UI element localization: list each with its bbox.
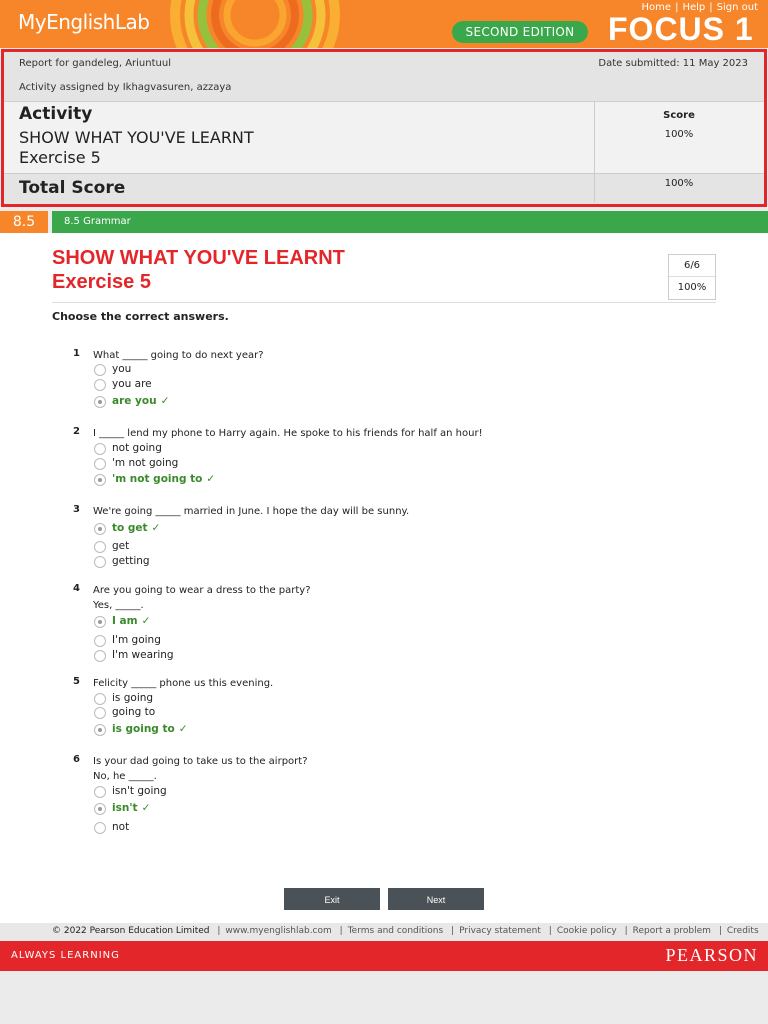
radio-button[interactable] <box>94 541 106 553</box>
question-text: Felicity _____ phone us this evening. <box>93 678 274 689</box>
score-percent: 100% <box>677 282 707 293</box>
privacy-link[interactable]: Privacy statement <box>459 926 541 936</box>
check-icon: ✓ <box>178 723 188 735</box>
activity-name-line2: Exercise 5 <box>19 148 101 167</box>
radio-button[interactable] <box>94 635 106 647</box>
radio-button[interactable] <box>94 616 106 628</box>
score-fraction: 6/6 <box>669 255 715 277</box>
radio-button[interactable] <box>94 523 106 535</box>
check-icon: ✓ <box>141 802 151 814</box>
rainbow-arcs-decoration <box>170 0 340 48</box>
question-number: 1 <box>73 348 80 359</box>
radio-button[interactable] <box>94 474 106 486</box>
check-icon: ✓ <box>151 522 161 534</box>
activity-name: SHOW WHAT YOU'VE LEARNT Exercise 5 <box>19 128 254 168</box>
question-number: 2 <box>73 426 80 437</box>
check-icon: ✓ <box>160 395 170 407</box>
question-number: 5 <box>73 676 80 687</box>
question-text: Is your dad going to take us to the airp… <box>93 754 308 784</box>
report-for: Report for gandeleg, Ariuntuul <box>19 58 171 69</box>
exercise-content: SHOW WHAT YOU'VE LEARNT Exercise 5 6/6 1… <box>0 233 768 923</box>
logo-my: My <box>18 10 47 34</box>
next-button[interactable]: Next <box>388 888 484 910</box>
edition-badge: SECOND EDITION <box>452 21 588 43</box>
section-number: 8.5 <box>0 211 48 233</box>
question-line2: Yes, _____. <box>93 600 144 611</box>
question-number: 4 <box>73 583 80 594</box>
exit-button[interactable]: Exit <box>284 888 380 910</box>
question-line1: Is your dad going to take us to the airp… <box>93 756 308 767</box>
instruction: Choose the correct answers. <box>52 310 229 323</box>
question-text: Are you going to wear a dress to the par… <box>93 583 311 613</box>
logo-english: English <box>46 10 115 34</box>
section-title: 8.5 Grammar <box>52 211 768 233</box>
radio-button[interactable] <box>94 822 106 834</box>
exercise-score-box: 6/6 100% <box>668 254 716 300</box>
site-link[interactable]: www.myenglishlab.com <box>225 926 331 936</box>
exercise-title-line1: SHOW WHAT YOU'VE LEARNT <box>52 247 345 269</box>
cookie-link[interactable]: Cookie policy <box>557 926 617 936</box>
question-text: What _____ going to do next year? <box>93 350 264 361</box>
radio-button[interactable] <box>94 443 106 455</box>
total-score: 100% <box>664 178 694 189</box>
radio-button[interactable] <box>94 724 106 736</box>
brand-bar: ALWAYS LEARNING PEARSON <box>0 941 768 971</box>
radio-button[interactable] <box>94 556 106 568</box>
question-line1: Are you going to wear a dress to the par… <box>93 585 311 596</box>
check-icon: ✓ <box>141 615 151 627</box>
radio-button[interactable] <box>94 650 106 662</box>
tagline: ALWAYS LEARNING <box>11 950 120 961</box>
question-line2: No, he _____. <box>93 771 157 782</box>
product-title: FOCUS 1 <box>608 11 754 47</box>
terms-link[interactable]: Terms and conditions <box>348 926 443 936</box>
pearson-logo: PEARSON <box>665 945 758 965</box>
report-summary: Report for gandeleg, Ariuntuul Activity … <box>1 49 767 207</box>
exercise-title-line2: Exercise 5 <box>52 271 151 293</box>
report-problem-link[interactable]: Report a problem <box>633 926 711 936</box>
credits-link[interactable]: Credits <box>727 926 759 936</box>
radio-button[interactable] <box>94 707 106 719</box>
divider <box>52 302 716 303</box>
assigned-by: Activity assigned by Ikhagvasuren, azzay… <box>19 82 232 93</box>
radio-button[interactable] <box>94 364 106 376</box>
question-text: We're going _____ married in June. I hop… <box>93 506 410 517</box>
radio-button[interactable] <box>94 379 106 391</box>
question-text: I _____ lend my phone to Harry again. He… <box>93 428 483 439</box>
radio-button[interactable] <box>94 396 106 408</box>
exercise-title: SHOW WHAT YOU'VE LEARNT Exercise 5 <box>52 246 345 294</box>
copyright: © 2022 Pearson Education Limited <box>52 926 210 936</box>
activity-score: 100% <box>664 129 694 140</box>
check-icon: ✓ <box>206 473 216 485</box>
radio-button[interactable] <box>94 803 106 815</box>
activity-label: Activity <box>19 104 93 124</box>
radio-button[interactable] <box>94 458 106 470</box>
logo-lab: Lab <box>114 10 150 34</box>
myenglishlab-logo[interactable]: MyEnglishLab <box>18 10 150 34</box>
question-number: 3 <box>73 504 80 515</box>
radio-button[interactable] <box>94 693 106 705</box>
app-header: MyEnglishLab Home | Help | Sign out SECOND E… <box>0 0 768 48</box>
question-number: 6 <box>73 754 80 765</box>
activity-name-line1: SHOW WHAT YOU'VE LEARNT <box>19 128 254 147</box>
score-label: Score <box>663 110 695 121</box>
total-score-label: Total Score <box>19 178 126 198</box>
date-submitted: Date submitted: 11 May 2023 <box>598 58 748 69</box>
footer-links: © 2022 Pearson Education Limited | www.my… <box>0 923 768 941</box>
radio-button[interactable] <box>94 786 106 798</box>
